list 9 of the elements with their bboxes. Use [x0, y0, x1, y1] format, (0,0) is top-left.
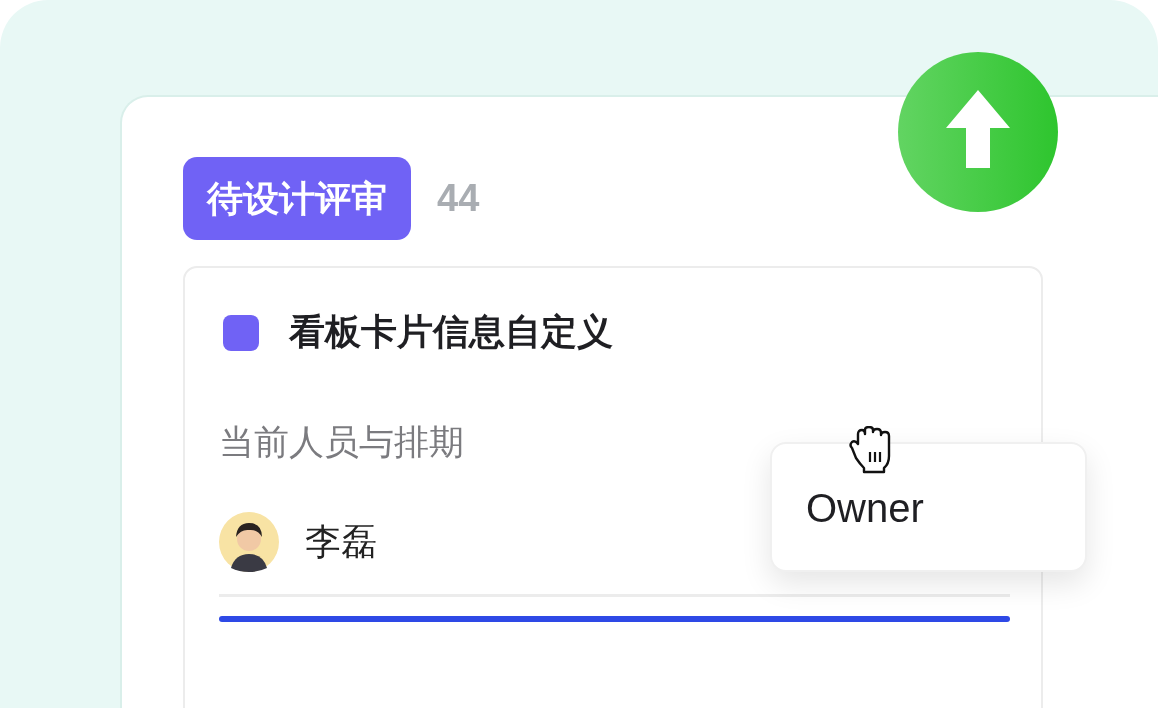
status-tag: 待设计评审 [183, 157, 411, 240]
owner-label: Owner [806, 486, 924, 530]
avatar-icon [219, 512, 279, 572]
card-count: 44 [437, 177, 480, 220]
card-title: 看板卡片信息自定义 [289, 310, 613, 354]
assignee-name: 李磊 [305, 519, 377, 564]
section-label: 当前人员与排期 [219, 422, 464, 461]
owner-popover[interactable]: Owner [770, 442, 1087, 572]
hand-cursor-icon [846, 426, 892, 474]
